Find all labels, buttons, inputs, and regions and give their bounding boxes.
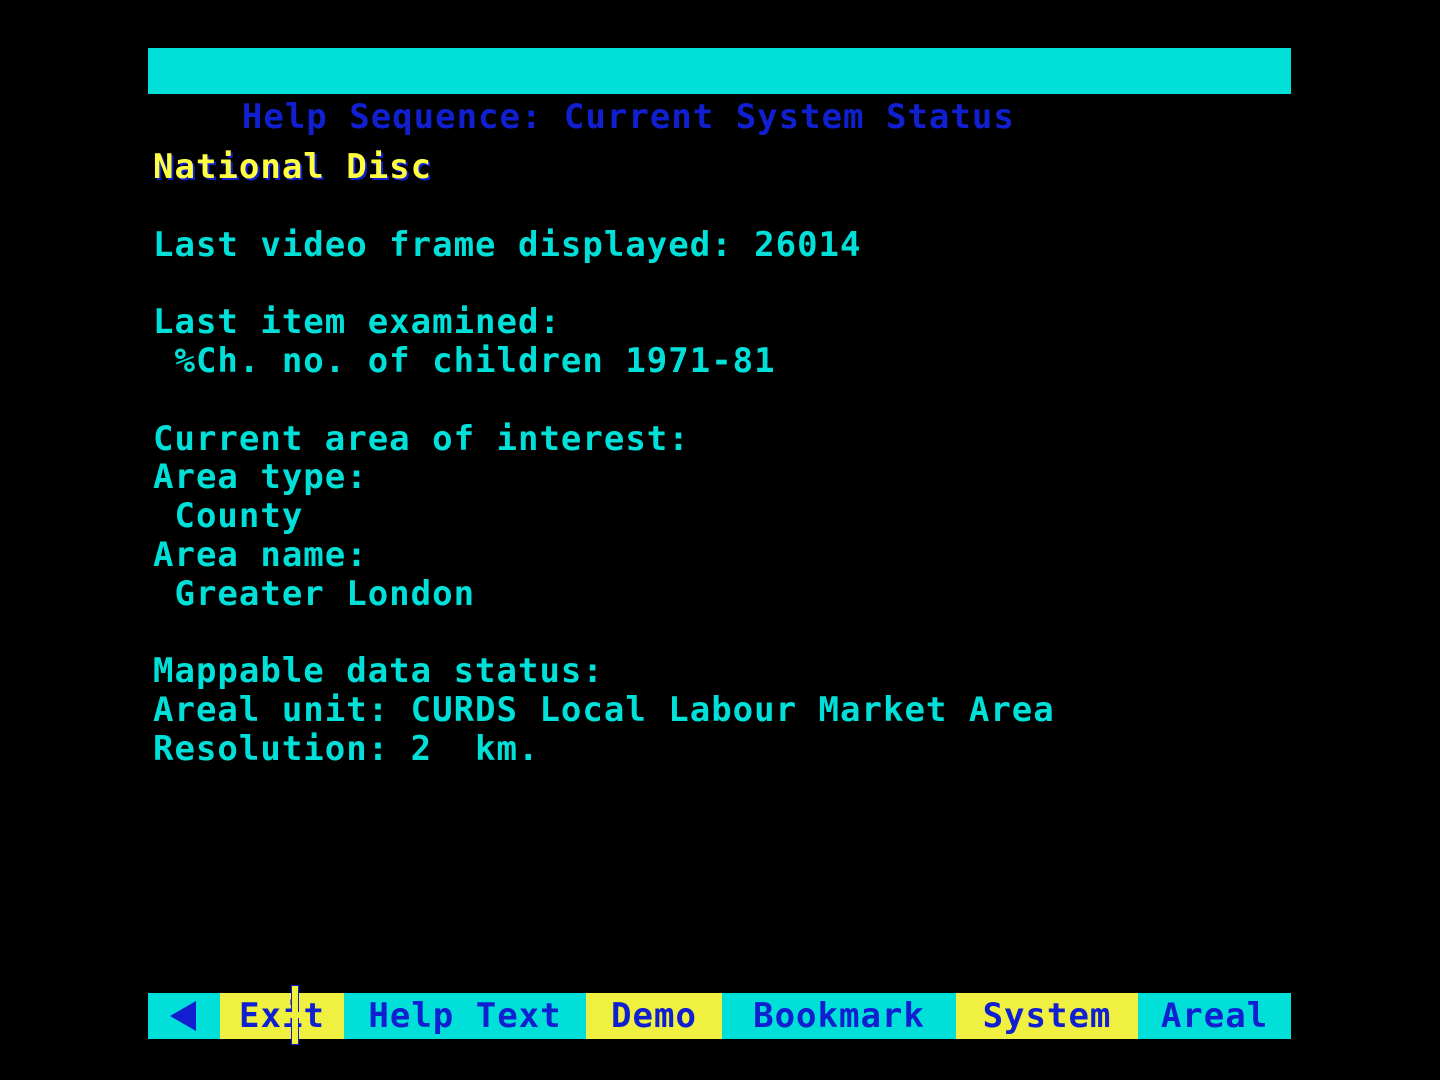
mappable-status-label: Mappable data status: bbox=[153, 651, 604, 692]
demo-button[interactable]: Demo bbox=[586, 993, 722, 1039]
disc-heading: National Disc bbox=[153, 147, 433, 187]
status-content: National Disc Last video frame displayed… bbox=[153, 148, 1293, 769]
page-title: Help Sequence: Current System Status bbox=[241, 97, 1015, 137]
bookmark-button[interactable]: Bookmark bbox=[722, 993, 956, 1039]
last-frame-line: Last video frame displayed: 26014 bbox=[153, 224, 862, 265]
help-text-button[interactable]: Help Text bbox=[344, 993, 586, 1039]
system-button[interactable]: System bbox=[956, 993, 1138, 1039]
area-type-label: Area type: bbox=[153, 457, 368, 498]
screen: Help Sequence: Current System Status Nat… bbox=[0, 0, 1440, 1080]
bookmark-label: Bookmark bbox=[753, 996, 925, 1036]
exit-label: Exit bbox=[239, 996, 325, 1036]
demo-label: Demo bbox=[611, 996, 697, 1036]
last-item-value: %Ch. no. of children 1971-81 bbox=[153, 340, 776, 381]
area-name-label: Area name: bbox=[153, 534, 368, 575]
areal-button[interactable]: Areal bbox=[1138, 993, 1291, 1039]
bottom-nav-bar: Exit Help Text Demo Bookmark System Area… bbox=[148, 993, 1291, 1039]
area-of-interest-label: Current area of interest: bbox=[153, 418, 690, 459]
areal-unit-line: Areal unit: CURDS Local Labour Market Ar… bbox=[153, 690, 1055, 731]
page-title-bar: Help Sequence: Current System Status bbox=[148, 48, 1291, 137]
areal-label: Areal bbox=[1160, 996, 1269, 1036]
resolution-line: Resolution: 2 km. bbox=[153, 728, 540, 769]
help-text-label: Help Text bbox=[368, 996, 562, 1036]
exit-button[interactable]: Exit bbox=[220, 993, 344, 1039]
system-label: System bbox=[982, 996, 1112, 1036]
area-name-value: Greater London bbox=[153, 573, 476, 614]
back-button[interactable] bbox=[148, 993, 220, 1039]
left-arrow-icon bbox=[170, 1001, 196, 1031]
area-type-value: County bbox=[153, 496, 304, 537]
last-item-label: Last item examined: bbox=[153, 302, 561, 343]
